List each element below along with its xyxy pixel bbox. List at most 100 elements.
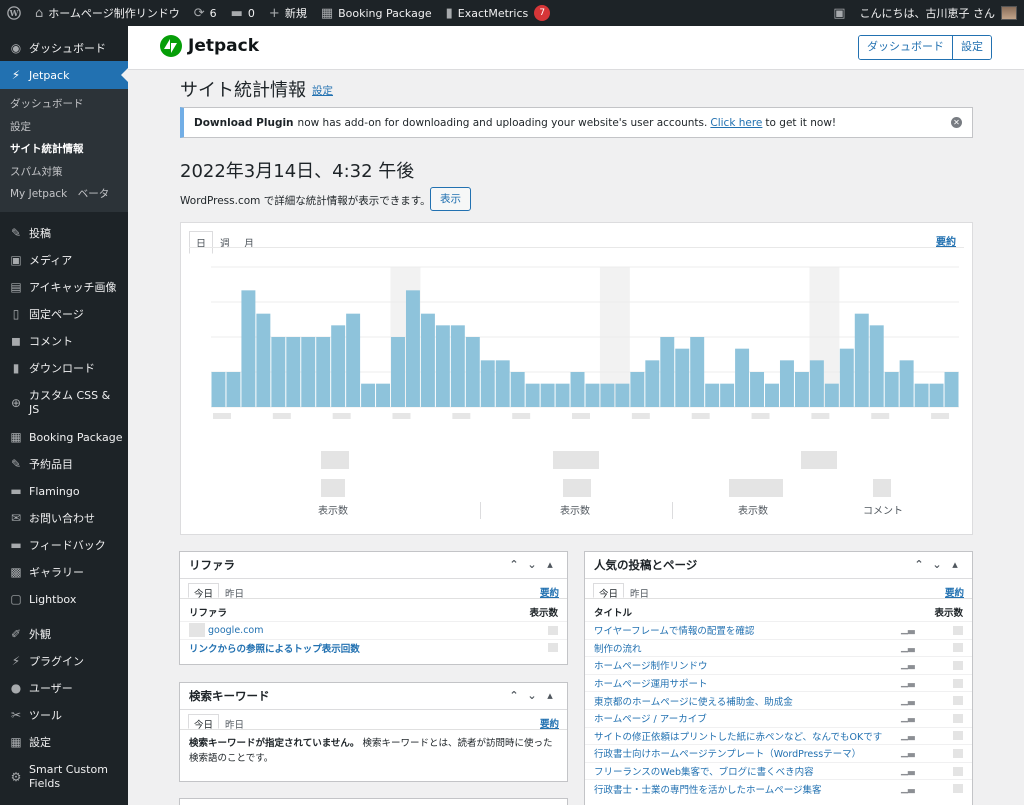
sidebar-item-feedback[interactable]: ▬ フィードバック	[0, 532, 128, 559]
chart-bar[interactable]	[750, 372, 765, 407]
sidebar-item-mail[interactable]: ✉ お問い合わせ	[0, 505, 128, 532]
chart-bar[interactable]	[690, 337, 705, 407]
jp-settings-button[interactable]: 設定	[952, 36, 991, 59]
submenu-item-settings[interactable]: 設定	[0, 116, 128, 139]
tab-month[interactable]: 月	[237, 231, 261, 254]
chart-bar[interactable]	[705, 383, 720, 407]
bar-chart-icon[interactable]: ▁▃	[901, 643, 915, 653]
tab-today[interactable]: 今日	[188, 714, 220, 731]
chart-summary-link[interactable]: 要約	[936, 233, 956, 248]
sidebar-item-brush[interactable]: ✐ 外観	[0, 621, 128, 648]
chart-bar[interactable]	[271, 337, 286, 407]
chart-bar[interactable]	[899, 360, 914, 407]
chart-bar[interactable]	[884, 372, 899, 407]
tab-day[interactable]: 日	[189, 231, 213, 254]
bar-chart-icon[interactable]: ▁▃	[901, 625, 915, 635]
chart-bar[interactable]	[615, 383, 630, 407]
chart-bar[interactable]	[391, 337, 405, 407]
sidebar-item-wrench[interactable]: ✂ ツール	[0, 702, 128, 729]
chart-bar[interactable]	[211, 372, 226, 407]
popular-post-link[interactable]: ホームページ運用サポート	[594, 676, 708, 690]
sidebar-item-page[interactable]: ▯ 固定ページ	[0, 301, 128, 328]
chart-bar[interactable]	[720, 383, 735, 407]
chart-bar[interactable]	[630, 372, 645, 407]
chart-bar[interactable]	[794, 372, 809, 407]
sidebar-item-smart-custom-fields[interactable]: ⚙ Smart Custom Fields	[0, 756, 128, 798]
sidebar-item-custom-css-js[interactable]: ⊕ カスタム CSS & JS	[0, 382, 128, 424]
tab-yesterday[interactable]: 昨日	[624, 583, 655, 600]
sidebar-item-download[interactable]: ▮ ダウンロード	[0, 355, 128, 382]
popular-post-link[interactable]: 行政書士・士業の専門性を活かしたホームページ集客	[594, 782, 822, 796]
chart-bar[interactable]	[944, 372, 959, 407]
tab-today[interactable]: 今日	[593, 583, 625, 600]
popular-summary-link[interactable]: 要約	[945, 585, 964, 599]
sidebar-item-flamingo[interactable]: ▬ Flamingo	[0, 478, 128, 505]
popular-post-link[interactable]: ホームページ / アーカイブ	[594, 711, 707, 725]
new-content-link[interactable]: + 新規	[262, 0, 314, 26]
bar-chart-icon[interactable]: ▁▃	[901, 784, 915, 794]
referrer-link[interactable]: google.com	[208, 625, 263, 636]
bar-chart-icon[interactable]: ▁▃	[901, 766, 915, 776]
chart-bar[interactable]	[301, 337, 316, 407]
site-name-link[interactable]: ⌂ ホームページ制作リンドウ	[28, 0, 187, 26]
chart-bar[interactable]	[465, 337, 480, 407]
submenu-item-site-stats[interactable]: サイト統計情報	[0, 138, 128, 161]
chart-bar[interactable]	[450, 325, 465, 407]
move-up-icon[interactable]: ⌃	[910, 558, 928, 571]
chart-bar[interactable]	[331, 325, 346, 407]
popular-post-link[interactable]: 東京都のホームページに使える補助金、助成金	[594, 694, 793, 708]
show-button[interactable]: 表示	[430, 187, 471, 211]
move-down-icon[interactable]: ⌄	[523, 689, 541, 702]
sidebar-item-settings[interactable]: ▦ 設定	[0, 729, 128, 756]
chart-bar[interactable]	[779, 360, 794, 407]
chart-bar[interactable]	[555, 383, 570, 407]
sidebar-item-pin[interactable]: ✎ 予約品目	[0, 451, 128, 478]
chart-bar[interactable]	[585, 383, 600, 407]
chart-bar[interactable]	[316, 337, 331, 407]
sidebar-item-user[interactable]: ● ユーザー	[0, 675, 128, 702]
booking-package-link[interactable]: ▦ Booking Package	[314, 0, 439, 26]
chart-bar[interactable]	[510, 372, 525, 407]
sidebar-item-plugin[interactable]: ⚡ プラグイン	[0, 648, 128, 675]
chart-bar[interactable]	[346, 313, 361, 407]
sidebar-item-image[interactable]: ▤ アイキャッチ画像	[0, 274, 128, 301]
sidebar-item-calendar[interactable]: ▦ Booking Package	[0, 424, 128, 451]
popular-post-link[interactable]: フリーランスのWeb集客で、ブログに書くべき内容	[594, 764, 814, 778]
tab-week[interactable]: 週	[213, 231, 237, 254]
chart-bar[interactable]	[405, 290, 420, 407]
bar-chart-icon[interactable]: ▁▃	[901, 660, 915, 670]
chart-bar[interactable]	[765, 383, 779, 407]
move-down-icon[interactable]: ⌄	[928, 558, 946, 571]
bar-chart-icon[interactable]: ▁▃	[901, 678, 915, 688]
submenu-item-dashboard[interactable]: ダッシュボード	[0, 93, 128, 116]
chart-bar[interactable]	[869, 325, 884, 407]
chart-bar[interactable]	[929, 383, 944, 407]
popular-post-link[interactable]: サイトの修正依頼はプリントした紙に赤ペンなど、なんでもOKです	[594, 729, 882, 743]
toggle-icon[interactable]: ▴	[946, 558, 964, 571]
referrers-summary-link[interactable]: 要約	[540, 585, 559, 599]
sidebar-item-comment[interactable]: ◼ コメント	[0, 328, 128, 355]
submenu-item-my-jetpack[interactable]: My Jetpack ベータ	[0, 183, 128, 206]
updates-link[interactable]: ⟳ 6	[187, 0, 224, 26]
popular-post-link[interactable]: 制作の流れ	[594, 641, 642, 655]
chart-bar[interactable]	[660, 337, 675, 407]
chart-bar[interactable]	[226, 372, 241, 407]
popular-post-link[interactable]: ワイヤーフレームで情報の配置を確認	[594, 623, 754, 637]
bar-chart-icon[interactable]: ▁▃	[901, 713, 915, 723]
comments-link[interactable]: ▬ 0	[224, 0, 262, 26]
chart-bar[interactable]	[824, 383, 839, 407]
chart-bar[interactable]	[256, 313, 271, 407]
jp-dashboard-button[interactable]: ダッシュボード	[859, 36, 952, 59]
chart-bar[interactable]	[645, 360, 660, 407]
chart-bar[interactable]	[735, 348, 750, 407]
submenu-item-anti-spam[interactable]: スパム対策	[0, 161, 128, 184]
notice-click-here-link[interactable]: Click here	[710, 117, 762, 129]
popular-post-link[interactable]: 行政書士向けホームページテンプレート（WordPressテーマ）	[594, 746, 861, 760]
move-up-icon[interactable]: ⌃	[505, 689, 523, 702]
chart-bar[interactable]	[420, 313, 435, 407]
dismiss-icon[interactable]: ✕	[951, 117, 962, 128]
chart-bar[interactable]	[480, 360, 495, 407]
referrer-footer-link[interactable]: リンクからの参照によるトップ表示回数	[189, 641, 360, 655]
popular-post-link[interactable]: ホームページ制作リンドウ	[594, 658, 708, 672]
jetpack-logo[interactable]: Jetpack	[160, 35, 259, 57]
